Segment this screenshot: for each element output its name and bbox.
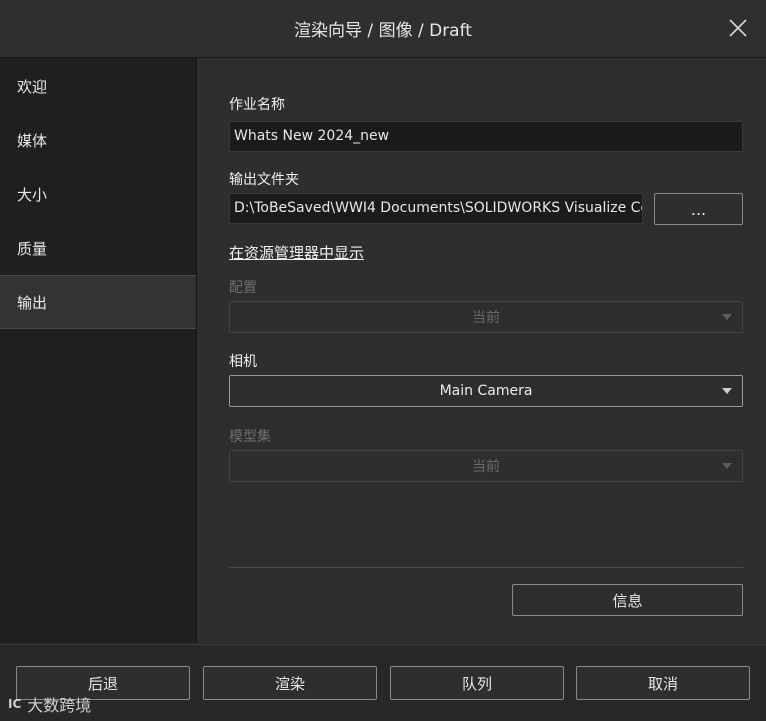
job-name-field[interactable]: Whats New 2024_new xyxy=(229,121,743,152)
footer-bar: 后退 渲染 队列 取消 xyxy=(0,644,766,721)
watermark: IC 大数跨境 xyxy=(8,693,91,715)
config-select-value: 当前 xyxy=(472,310,500,326)
sidebar-item-label: 输出 xyxy=(17,293,48,312)
queue-button[interactable]: 队列 xyxy=(390,666,564,700)
sidebar: 欢迎 媒体 大小 质量 输出 xyxy=(0,58,197,643)
camera-label: 相机 xyxy=(229,354,257,370)
divider xyxy=(229,567,743,568)
model-set-select-value: 当前 xyxy=(472,459,500,475)
sidebar-item-label: 媒体 xyxy=(17,131,48,150)
watermark-logo-icon: IC xyxy=(8,697,22,711)
sidebar-item-quality[interactable]: 质量 xyxy=(0,221,196,275)
job-name-label: 作业名称 xyxy=(229,97,285,113)
sidebar-item-label: 大小 xyxy=(17,185,48,204)
sidebar-item-label: 质量 xyxy=(17,239,48,258)
cancel-button[interactable]: 取消 xyxy=(576,666,750,700)
show-in-explorer-link[interactable]: 在资源管理器中显示 xyxy=(229,242,364,263)
browse-button[interactable]: ... xyxy=(654,193,743,225)
config-select: 当前 xyxy=(229,301,743,333)
render-button[interactable]: 渲染 xyxy=(203,666,377,700)
output-folder-field[interactable]: D:\ToBeSaved\WWI4 Documents\SOLIDWORKS V… xyxy=(229,193,643,224)
sidebar-item-output[interactable]: 输出 xyxy=(0,275,196,329)
model-set-label: 模型集 xyxy=(229,429,271,445)
config-label: 配置 xyxy=(229,280,257,296)
chevron-down-icon xyxy=(722,314,732,320)
sidebar-item-label: 欢迎 xyxy=(17,77,48,96)
sidebar-item-size[interactable]: 大小 xyxy=(0,167,196,221)
model-set-select: 当前 xyxy=(229,450,743,482)
close-button[interactable] xyxy=(724,14,752,42)
chevron-down-icon xyxy=(722,388,732,394)
chevron-down-icon xyxy=(722,463,732,469)
watermark-text: 大数跨境 xyxy=(27,696,92,715)
sidebar-item-welcome[interactable]: 欢迎 xyxy=(0,59,196,113)
close-icon xyxy=(729,19,747,37)
info-button[interactable]: 信息 xyxy=(512,584,743,616)
camera-select[interactable]: Main Camera xyxy=(229,375,743,407)
title-bar: 渲染向导 / 图像 / Draft xyxy=(0,0,766,58)
camera-select-value: Main Camera xyxy=(439,383,533,399)
output-panel: 作业名称 Whats New 2024_new 输出文件夹 D:\ToBeSav… xyxy=(197,58,766,643)
output-folder-label: 输出文件夹 xyxy=(229,172,299,188)
window-title: 渲染向导 / 图像 / Draft xyxy=(294,21,472,41)
sidebar-item-media[interactable]: 媒体 xyxy=(0,113,196,167)
